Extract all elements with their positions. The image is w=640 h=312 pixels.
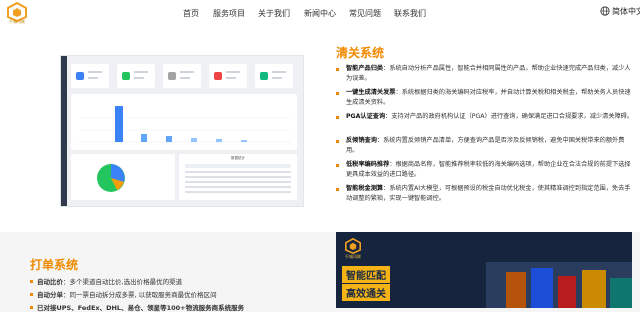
nav-faq[interactable]: 常见问题: [349, 8, 381, 19]
promo-line: 智能匹配: [342, 266, 390, 283]
language-switcher[interactable]: 简体中文: [600, 6, 640, 17]
dashboard-table-panel: 数据统计: [179, 154, 297, 200]
nav-news[interactable]: 新闻中心: [304, 8, 336, 19]
nav-contact[interactable]: 联系我们: [394, 8, 426, 19]
nav-home[interactable]: 首页: [183, 8, 199, 19]
stat-card: [163, 64, 201, 88]
promo-banner-image: 千城讯联 智能匹配 高效通关: [336, 232, 632, 308]
dispatch-item: 已对接UPS、FedEx、DHL、易仓、领星等100+物流服务商系统服务: [30, 302, 244, 312]
nav-about[interactable]: 关于我们: [258, 8, 290, 19]
stat-card: [209, 64, 247, 88]
promo-logo: [344, 237, 362, 255]
feature-item: 反倾销查询：系统内置反倾销产品清单，方便查询产品是否涉及反倾销税，避免中国关税带…: [336, 136, 634, 156]
feature-item: 低税率编码推荐：根据商品名称，智能推荐税率较低的海关编码选项，帮助企业在合法合规…: [336, 160, 634, 180]
feature-item: 智能产品归类：系统自动分析产品属性，智能合并相同属性的产品，帮助企业快速完成产品…: [336, 64, 634, 84]
dashboard-screenshot: 数据统计: [60, 55, 304, 207]
stat-card: [71, 64, 109, 88]
feature-item: 一键生成清关发票：系统根据归类的海关编码对应税率，并自动计算关税和相关税金，帮助…: [336, 88, 634, 108]
nav-services[interactable]: 服务项目: [213, 8, 245, 19]
top-navbar: 千城讯联 首页 服务项目 关于我们 新闻中心 常见问题 联系我们 简体中文: [0, 0, 640, 26]
brand-logo-text: 千城讯联: [9, 19, 25, 24]
dispatch-title: 打单系统: [30, 258, 79, 272]
customs-title: 清关系统: [336, 46, 385, 60]
feature-item: PGA认证查询：支持对产品的政府机构认证（PGA）进行查询，确保满足进口合规要求…: [336, 112, 634, 122]
stat-card: [255, 64, 293, 88]
feature-item: 智能税金测算：系统内置AI大模型，可根据预设的税金自动优化税金，使其精准调控到指…: [336, 184, 634, 204]
promo-line: 高效通关: [342, 284, 390, 301]
globe-icon: [600, 6, 610, 16]
language-label: 简体中文: [612, 7, 640, 16]
dashboard-table-title: 数据统计: [231, 156, 245, 160]
dashboard-sidebar: [61, 56, 67, 206]
dispatch-item: 自动比价：多个渠道自动比价,选出价格最优的渠道: [30, 276, 182, 286]
dashboard-pie-panel: [71, 154, 175, 200]
dashboard-bar-chart: [71, 94, 297, 150]
dispatch-item: 自动分单：同一票自动拆分成多票, 以获取服务商最优价格区间: [30, 289, 217, 299]
stat-card: [117, 64, 155, 88]
promo-logo-text: 千城讯联: [345, 254, 361, 259]
